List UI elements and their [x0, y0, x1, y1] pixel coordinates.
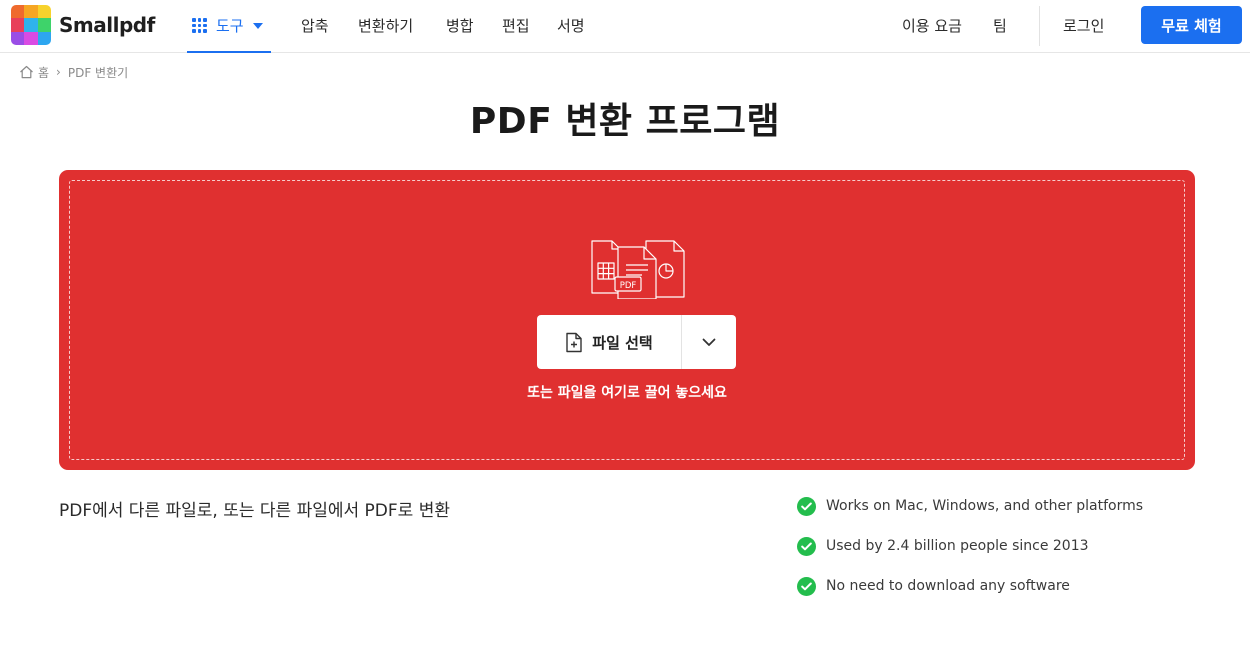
- nav-merge[interactable]: 병합: [446, 15, 474, 36]
- logo-mark-icon: [11, 5, 51, 45]
- page-subtitle: PDF에서 다른 파일로, 또는 다른 파일에서 PDF로 변환: [59, 501, 450, 521]
- feature-text: Used by 2.4 billion people since 2013: [826, 538, 1089, 554]
- check-circle-icon: [797, 576, 816, 596]
- drop-zone-dashed-border: PDF 파일 선택 또는 파일을 여기로 끌어 놓으세요: [69, 180, 1185, 460]
- logo-cell: [24, 5, 38, 19]
- choose-file-label: 파일 선택: [592, 333, 653, 352]
- logo-cell: [37, 5, 51, 19]
- logo-cell: [24, 31, 38, 45]
- nav-sign[interactable]: 서명: [557, 15, 585, 36]
- check-circle-icon: [797, 536, 816, 556]
- logo-cell: [11, 5, 25, 19]
- nav-team[interactable]: 팀: [993, 15, 1007, 36]
- add-file-icon: [566, 332, 582, 352]
- smallpdf-logo[interactable]: Smallpdf: [11, 4, 155, 46]
- choose-file-button[interactable]: 파일 선택: [537, 315, 682, 369]
- feature-item: Works on Mac, Windows, and other platfor…: [797, 496, 1143, 516]
- nav-pricing[interactable]: 이용 요금: [902, 15, 962, 36]
- file-drop-zone[interactable]: PDF 파일 선택 또는 파일을 여기로 끌어 놓으세요: [59, 170, 1195, 470]
- header-divider: [1039, 6, 1040, 46]
- check-circle-icon: [797, 496, 816, 516]
- feature-text: Works on Mac, Windows, and other platfor…: [826, 498, 1144, 514]
- feature-item: No need to download any software: [797, 576, 1143, 596]
- file-source-dropdown-button[interactable]: [682, 315, 736, 369]
- feature-item: Used by 2.4 billion people since 2013: [797, 536, 1143, 556]
- breadcrumb-current: PDF 변환기: [67, 65, 129, 80]
- page-title: PDF 변환 프로그램: [469, 101, 781, 142]
- logo-cell: [24, 18, 38, 32]
- free-trial-button[interactable]: 무료 체험: [1141, 6, 1242, 44]
- breadcrumb: 홈 › PDF 변환기: [19, 63, 128, 81]
- caret-down-icon: [252, 22, 263, 29]
- pdf-label: PDF: [620, 281, 637, 291]
- tools-menu-label: 도구: [216, 17, 244, 35]
- document-files-icon: PDF: [591, 240, 685, 299]
- tools-menu-button[interactable]: 도구: [187, 0, 271, 53]
- logo-cell: [11, 31, 25, 45]
- apps-grid-icon: [192, 18, 207, 33]
- nav-convert[interactable]: 변환하기: [358, 15, 413, 36]
- home-icon: [20, 65, 33, 79]
- top-header: Smallpdf 도구 압축 변환하기 병합 편집 서명 이용 요금 팀 로그인…: [0, 0, 1250, 53]
- breadcrumb-separator: ›: [56, 65, 61, 79]
- logo-cell: [37, 31, 51, 45]
- drag-drop-hint: 또는 파일을 여기로 끌어 놓으세요: [527, 385, 727, 401]
- nav-compress[interactable]: 압축: [301, 15, 329, 36]
- nav-edit[interactable]: 편집: [502, 15, 530, 36]
- logo-cell: [11, 18, 25, 32]
- login-link[interactable]: 로그인: [1063, 15, 1104, 36]
- breadcrumb-home[interactable]: 홈: [38, 64, 49, 81]
- choose-file-control: 파일 선택: [537, 315, 736, 369]
- feature-text: No need to download any software: [826, 578, 1070, 594]
- feature-list: Works on Mac, Windows, and other platfor…: [797, 496, 1143, 616]
- chevron-down-icon: [702, 338, 716, 346]
- brand-name: Smallpdf: [59, 13, 155, 37]
- logo-cell: [37, 18, 51, 32]
